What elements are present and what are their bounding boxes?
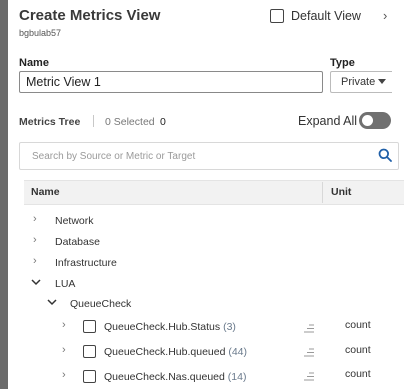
tree-item-network[interactable]: Network — [55, 215, 94, 227]
column-divider — [322, 182, 323, 203]
tree-item-database[interactable]: Database — [55, 236, 100, 248]
chevron-right-icon[interactable]: › — [33, 213, 37, 225]
metric-count: (14) — [227, 371, 247, 383]
sort-lines-icon — [304, 372, 314, 381]
default-view-label: Default View — [291, 9, 361, 23]
unit-cell: count — [345, 368, 371, 380]
expand-all-toggle-knob[interactable] — [362, 115, 373, 126]
unit-cell: count — [345, 319, 371, 331]
expand-all-label: Expand All — [298, 114, 358, 128]
tree-item-lua[interactable]: LUA — [55, 278, 75, 290]
page-title: Create Metrics View — [19, 7, 161, 24]
tree-item-queuecheck[interactable]: QueueCheck — [70, 298, 131, 310]
metric-name: QueueCheck.Hub.queued — [104, 346, 226, 358]
metric-checkbox[interactable] — [83, 320, 96, 333]
list-item[interactable]: QueueCheck.Nas.queued (14) — [104, 371, 246, 383]
metric-view-name-input[interactable] — [19, 71, 323, 93]
metric-count: (44) — [228, 346, 248, 358]
chevron-right-icon[interactable]: › — [62, 369, 66, 381]
selected-count: 0 — [160, 116, 166, 128]
search-icon[interactable] — [378, 148, 392, 162]
page-subtitle: bgbulab57 — [19, 28, 62, 38]
metric-checkbox[interactable] — [83, 370, 96, 383]
column-header-unit[interactable]: Unit — [331, 186, 351, 198]
type-select-value: Private — [341, 76, 376, 88]
selected-label: 0 Selected — [105, 116, 155, 128]
metrics-search-input[interactable] — [19, 142, 399, 170]
type-label: Type — [330, 57, 355, 69]
metrics-tree-label: Metrics Tree — [19, 116, 81, 128]
name-input-underline — [177, 92, 322, 93]
caret-down-icon[interactable] — [378, 79, 386, 84]
column-header-name[interactable]: Name — [31, 186, 60, 198]
metric-checkbox[interactable] — [83, 345, 96, 358]
name-label: Name — [19, 57, 49, 69]
chevron-right-icon[interactable]: › — [62, 344, 66, 356]
chevron-right-icon[interactable]: › — [33, 255, 37, 267]
sort-lines-icon — [304, 324, 314, 333]
chevron-right-icon[interactable]: › — [62, 319, 66, 331]
list-item[interactable]: QueueCheck.Hub.Status (3) — [104, 321, 236, 333]
default-view-checkbox[interactable] — [270, 9, 284, 23]
list-item[interactable]: QueueCheck.Hub.queued (44) — [104, 346, 247, 358]
unit-cell: count — [345, 344, 371, 356]
chevron-down-icon[interactable] — [47, 299, 57, 306]
chevron-right-icon[interactable]: › — [33, 234, 37, 246]
metric-count: (3) — [223, 321, 236, 333]
metric-name: QueueCheck.Nas.queued — [104, 371, 225, 383]
metrics-tree-divider — [93, 115, 94, 127]
metric-name: QueueCheck.Hub.Status — [104, 321, 221, 333]
tree-item-infrastructure[interactable]: Infrastructure — [55, 257, 117, 269]
chevron-down-icon[interactable] — [31, 279, 41, 286]
panel-chevron-right-icon[interactable]: › — [383, 8, 387, 23]
left-edge-bar — [0, 0, 8, 389]
sort-lines-icon — [304, 348, 314, 357]
